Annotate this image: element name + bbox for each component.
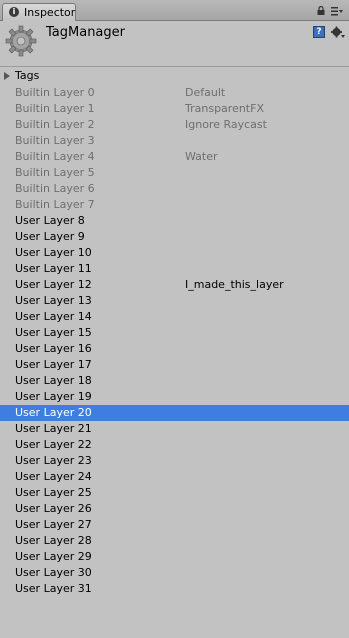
layer-label: User Layer 26 [15, 502, 92, 515]
layer-label: User Layer 28 [15, 534, 92, 547]
layer-row[interactable]: User Layer 31 [0, 581, 349, 597]
layer-row[interactable]: User Layer 30 [0, 565, 349, 581]
layer-label: User Layer 27 [15, 518, 92, 531]
layer-label: Builtin Layer 1 [15, 102, 95, 115]
layer-label: Builtin Layer 2 [15, 118, 95, 131]
layer-label: Builtin Layer 4 [15, 150, 95, 163]
layer-label: User Layer 17 [15, 358, 92, 371]
layer-label: User Layer 10 [15, 246, 92, 259]
layer-label: User Layer 14 [15, 310, 92, 323]
layer-label: Builtin Layer 6 [15, 182, 95, 195]
layer-label: User Layer 22 [15, 438, 92, 451]
layer-row[interactable]: Builtin Layer 6 [0, 181, 349, 197]
layer-label: User Layer 12 [15, 278, 92, 291]
layer-label: User Layer 11 [15, 262, 92, 275]
info-icon: i [9, 7, 19, 17]
layer-label: User Layer 23 [15, 454, 92, 467]
layer-label: Builtin Layer 0 [15, 86, 95, 99]
layer-row[interactable]: User Layer 20 [0, 405, 349, 421]
menu-icon[interactable] [331, 6, 343, 16]
layer-label: User Layer 20 [15, 406, 92, 419]
layer-row[interactable]: User Layer 15 [0, 325, 349, 341]
layer-row[interactable]: User Layer 27 [0, 517, 349, 533]
layer-row[interactable]: Builtin Layer 5 [0, 165, 349, 181]
layer-row[interactable]: User Layer 25 [0, 485, 349, 501]
layer-row[interactable]: User Layer 11 [0, 261, 349, 277]
tags-label: Tags [15, 69, 40, 82]
tab-inspector[interactable]: i Inspector [2, 3, 76, 21]
layer-label: User Layer 24 [15, 470, 92, 483]
layer-row[interactable]: User Layer 17 [0, 357, 349, 373]
tab-bar: i Inspector [0, 0, 349, 21]
layer-row[interactable]: Builtin Layer 3 [0, 133, 349, 149]
layer-label: User Layer 8 [15, 214, 85, 227]
layer-name-field[interactable]: I_made_this_layer [185, 278, 284, 291]
layer-row[interactable]: User Layer 10 [0, 245, 349, 261]
layer-row[interactable]: User Layer 18 [0, 373, 349, 389]
layer-row[interactable]: User Layer 22 [0, 437, 349, 453]
layer-label: User Layer 31 [15, 582, 92, 595]
layer-label: User Layer 15 [15, 326, 92, 339]
layer-row[interactable]: User Layer 29 [0, 549, 349, 565]
layer-label: User Layer 30 [15, 566, 92, 579]
layer-row[interactable]: Builtin Layer 0 Default [0, 85, 349, 101]
inspector-header: TagManager ? [0, 21, 349, 66]
layer-row[interactable]: Builtin Layer 2 Ignore Raycast [0, 117, 349, 133]
layer-row[interactable]: User Layer 13 [0, 293, 349, 309]
layer-row[interactable]: User Layer 26 [0, 501, 349, 517]
layer-label: User Layer 29 [15, 550, 92, 563]
layer-row[interactable]: Builtin Layer 4 Water [0, 149, 349, 165]
layer-label: Builtin Layer 3 [15, 134, 95, 147]
tags-foldout[interactable]: Tags [0, 68, 349, 84]
layer-label: User Layer 21 [15, 422, 92, 435]
layers-list: Builtin Layer 0 Default Builtin Layer 1 Tra… [0, 85, 349, 597]
layer-row[interactable]: User Layer 14 [0, 309, 349, 325]
layer-row[interactable]: User Layer 23 [0, 453, 349, 469]
layer-label: User Layer 9 [15, 230, 85, 243]
header-divider [0, 66, 349, 67]
layer-name-field: Default [185, 86, 226, 99]
help-icon[interactable]: ? [313, 26, 325, 38]
layer-row[interactable]: User Layer 12 I_made_this_layer [0, 277, 349, 293]
gear-icon [5, 25, 37, 57]
layer-row[interactable]: Builtin Layer 7 [0, 197, 349, 213]
expand-triangle-icon[interactable] [4, 72, 10, 80]
layer-row[interactable]: User Layer 21 [0, 421, 349, 437]
layer-label: Builtin Layer 5 [15, 166, 95, 179]
page-title: TagManager [46, 25, 125, 40]
tab-label: Inspector [24, 6, 76, 19]
layer-name-field: Ignore Raycast [185, 118, 267, 131]
layer-row[interactable]: Builtin Layer 1 TransparentFX [0, 101, 349, 117]
layer-label: User Layer 25 [15, 486, 92, 499]
layer-row[interactable]: User Layer 16 [0, 341, 349, 357]
layer-label: Builtin Layer 7 [15, 198, 95, 211]
layer-label: User Layer 13 [15, 294, 92, 307]
layer-row[interactable]: User Layer 9 [0, 229, 349, 245]
layer-row[interactable]: User Layer 24 [0, 469, 349, 485]
layer-label: User Layer 16 [15, 342, 92, 355]
layer-row[interactable]: User Layer 19 [0, 389, 349, 405]
layer-label: User Layer 19 [15, 390, 92, 403]
layer-row[interactable]: User Layer 8 [0, 213, 349, 229]
layer-row[interactable]: User Layer 28 [0, 533, 349, 549]
layer-name-field: Water [185, 150, 218, 163]
lock-icon[interactable] [317, 6, 325, 15]
layer-name-field: TransparentFX [185, 102, 264, 115]
layer-label: User Layer 18 [15, 374, 92, 387]
settings-icon[interactable] [331, 26, 345, 39]
